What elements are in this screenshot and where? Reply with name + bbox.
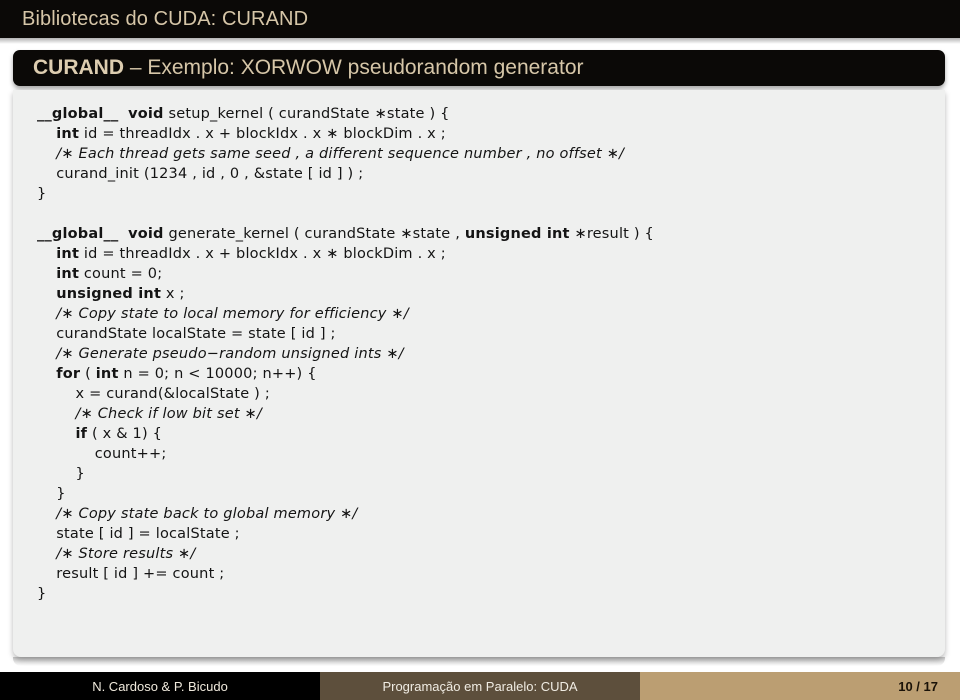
code-line: /∗ Copy state back to global memory ∗/ bbox=[56, 506, 358, 522]
code-line: /∗ Generate pseudo−random unsigned ints … bbox=[56, 346, 404, 362]
footer-course-title: Programação em Paralelo: CUDA bbox=[320, 672, 640, 700]
footer-author: N. Cardoso & P. Bicudo bbox=[0, 672, 320, 700]
page-title: Bibliotecas do CUDA: CURAND bbox=[22, 7, 309, 30]
code-listing-panel: __global__ void setup_kernel ( curandSta… bbox=[13, 90, 945, 657]
header-shadow bbox=[0, 38, 960, 44]
frame-title-text: CURAND – Exemplo: XORWOW pseudorandom ge… bbox=[13, 56, 584, 80]
panel-bottom-shadow bbox=[13, 657, 945, 666]
code-line: count++; bbox=[37, 446, 167, 462]
code-line: curandState localState = state [ id ] ; bbox=[37, 326, 336, 342]
footer-page-number: 10 / 17 bbox=[640, 672, 960, 700]
code-line: __global__ void generate_kernel ( curand… bbox=[37, 226, 654, 242]
frame-title-subtitle: – Exemplo: XORWOW pseudorandom generator bbox=[124, 56, 584, 79]
code-line: state [ id ] = localState ; bbox=[37, 526, 240, 542]
frame-title-block: CURAND – Exemplo: XORWOW pseudorandom ge… bbox=[13, 50, 945, 86]
code-line: __global__ void setup_kernel ( curandSta… bbox=[37, 106, 450, 122]
code-line: /∗ Check if low bit set ∗/ bbox=[75, 406, 262, 422]
code-line: unsigned int x ; bbox=[56, 286, 185, 302]
slide-footer: N. Cardoso & P. Bicudo Programação em Pa… bbox=[0, 672, 960, 700]
code-line: result [ id ] += count ; bbox=[37, 566, 225, 582]
code-line: } bbox=[37, 486, 66, 502]
code-line: curand_init (1234 , id , 0 , &state [ id… bbox=[37, 166, 364, 182]
code-line: /∗ Store results ∗/ bbox=[56, 546, 196, 562]
code-line: int id = threadIdx . x + blockIdx . x ∗ … bbox=[56, 246, 446, 262]
code-line: for ( int n = 0; n < 10000; n++) { bbox=[56, 366, 317, 382]
code-line: int count = 0; bbox=[56, 266, 163, 282]
code-line: if ( x & 1) { bbox=[75, 426, 163, 442]
code-line: /∗ Copy state to local memory for effici… bbox=[56, 306, 409, 322]
code-listing: __global__ void setup_kernel ( curandSta… bbox=[13, 104, 945, 604]
code-line: } bbox=[37, 466, 85, 482]
code-line: int id = threadIdx . x + blockIdx . x ∗ … bbox=[56, 126, 446, 142]
code-line: /∗ Each thread gets same seed , a differ… bbox=[56, 146, 625, 162]
frame-title-keyword: CURAND bbox=[33, 56, 124, 79]
code-line: x = curand(&localState ) ; bbox=[37, 386, 270, 402]
code-line: } bbox=[37, 186, 47, 202]
code-line: } bbox=[37, 586, 47, 602]
slide-header-bar: Bibliotecas do CUDA: CURAND bbox=[0, 0, 960, 38]
